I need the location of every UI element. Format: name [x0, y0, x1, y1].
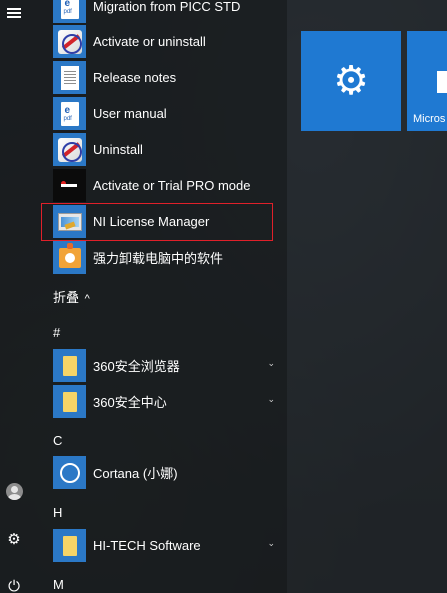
- app-label: Release notes: [93, 70, 177, 85]
- chevron-down-icon[interactable]: ⌄: [267, 394, 275, 405]
- chevron-down-icon[interactable]: ⌄: [267, 538, 275, 549]
- settings-tile[interactable]: ⚙: [301, 31, 401, 131]
- tile-label: Micros: [413, 113, 446, 125]
- settings-button[interactable]: ⚙: [0, 526, 28, 552]
- store-tile[interactable]: Micros: [407, 31, 447, 131]
- folder-icon: [53, 349, 86, 382]
- uninstaller-icon: [53, 241, 86, 274]
- power-button[interactable]: ⏻: [0, 573, 28, 593]
- hamburger-icon: [7, 12, 21, 14]
- app-item-user-manual[interactable]: e pdf User manual: [53, 97, 283, 130]
- start-menu-rail: ⚙ ⏻: [0, 0, 28, 593]
- pdf-document-icon: e pdf: [53, 97, 86, 130]
- folder-icon: [53, 385, 86, 418]
- app-label: Uninstall: [93, 142, 143, 157]
- activation-key-icon: [53, 25, 86, 58]
- app-label: Cortana (小娜): [93, 466, 178, 481]
- app-item-release-notes[interactable]: Release notes: [53, 61, 283, 94]
- trial-mode-icon: [53, 169, 86, 202]
- group-letter-m[interactable]: M: [53, 577, 64, 592]
- pdf-document-icon: e pdf: [53, 0, 86, 23]
- app-item-360-security-center[interactable]: 360安全中心 ⌄: [53, 385, 283, 418]
- group-letter-c[interactable]: C: [53, 433, 62, 448]
- collapse-label: 折叠: [53, 290, 80, 305]
- group-letter-h[interactable]: H: [53, 505, 62, 520]
- app-label: Migration from PICC STD: [93, 0, 241, 14]
- hamburger-menu-button[interactable]: [0, 0, 28, 26]
- app-item-hi-tech-software[interactable]: HI-TECH Software ⌄: [53, 529, 283, 562]
- app-item-force-uninstall-software[interactable]: 强力卸载电脑中的软件: [53, 241, 283, 274]
- app-item-migration-from-picc-std[interactable]: e pdf Migration from PICC STD: [53, 0, 283, 23]
- app-label: Activate or uninstall: [93, 34, 206, 49]
- gear-icon: ⚙: [333, 59, 369, 103]
- app-item-activate-or-trial-pro-mode[interactable]: Activate or Trial PRO mode: [53, 169, 283, 202]
- chevron-down-icon[interactable]: ⌄: [267, 358, 275, 369]
- app-label: 360安全中心: [93, 395, 167, 410]
- app-item-cortana[interactable]: Cortana (小娜): [53, 456, 283, 489]
- chevron-up-icon: ^: [84, 293, 90, 305]
- text-document-icon: [53, 61, 86, 94]
- app-item-activate-or-uninstall[interactable]: Activate or uninstall: [53, 25, 283, 58]
- app-label: HI-TECH Software: [93, 538, 201, 553]
- gear-icon: ⚙: [7, 531, 21, 548]
- user-avatar-icon: [5, 482, 23, 500]
- activation-key-icon: [53, 133, 86, 166]
- group-letter-hash[interactable]: #: [53, 325, 60, 340]
- app-label: 360安全浏览器: [93, 359, 180, 374]
- app-label: User manual: [93, 106, 167, 121]
- app-label: 强力卸载电脑中的软件: [93, 251, 224, 266]
- app-item-360-browser[interactable]: 360安全浏览器 ⌄: [53, 349, 283, 382]
- folder-icon: [53, 529, 86, 562]
- cortana-icon: [53, 456, 86, 489]
- store-bag-icon: [437, 71, 447, 93]
- power-icon: ⏻: [8, 577, 20, 593]
- app-item-uninstall[interactable]: Uninstall: [53, 133, 283, 166]
- collapse-button[interactable]: 折叠 ^: [53, 287, 90, 306]
- app-label: Activate or Trial PRO mode: [93, 178, 251, 193]
- account-button[interactable]: [0, 478, 28, 504]
- highlight-box: [41, 203, 273, 241]
